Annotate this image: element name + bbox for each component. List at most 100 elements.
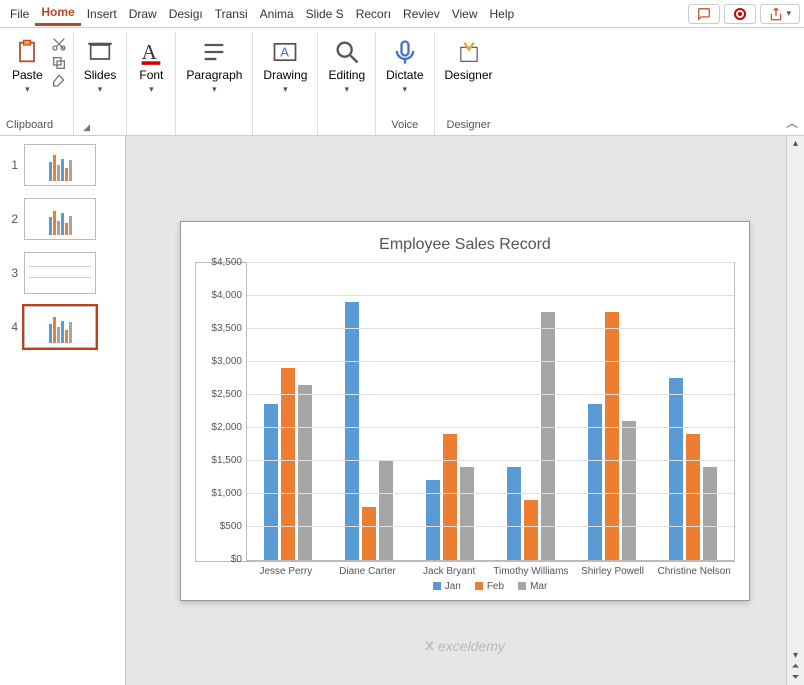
prev-slide-icon[interactable]: ⏶ [792,661,800,672]
x-tick: Diane Carter [327,562,409,577]
slides-button[interactable]: Slides ▾ [80,36,121,97]
dictate-button[interactable]: Dictate ▾ [382,36,427,97]
tab-home[interactable]: Home [35,1,80,26]
bar [686,434,700,559]
paste-label: Paste [12,68,43,82]
chart-plot: $0$500$1,000$1,500$2,000$2,500$3,000$3,5… [195,262,735,562]
tab-record[interactable]: Recorı [350,3,397,25]
slide-canvas[interactable]: Employee Sales Record $0$500$1,000$1,500… [180,221,750,601]
bar [281,368,295,559]
chart-grid [246,263,734,561]
tab-animations[interactable]: Anima [254,3,300,25]
designer-label: Designer [445,68,493,82]
paragraph-button[interactable]: Paragraph ▾ [182,36,246,97]
tab-design[interactable]: Desigı [163,3,209,25]
comments-button[interactable] [688,4,720,24]
cut-icon[interactable] [51,36,67,52]
font-label: Font [139,68,163,82]
chevron-down-icon: ▾ [98,84,103,95]
chevron-down-icon: ▾ [25,84,30,95]
x-tick: Jack Bryant [408,562,490,577]
tab-review[interactable]: Reviev [397,3,446,25]
slides-icon [86,38,114,66]
clipboard-dialog-launcher[interactable]: ◢ [83,122,90,133]
tab-view[interactable]: View [446,3,484,25]
bar [622,421,636,560]
group-clipboard: Paste ▾ Clipboard ◢ [2,32,74,135]
clipboard-icon [13,38,41,66]
group-designer: Designer Designer [435,32,503,135]
slide-thumb-2[interactable]: 2 [4,198,121,240]
workspace: 1 2 3 4 Employee Sales Record $0$500$1,0… [0,136,804,685]
tab-file[interactable]: File [4,3,35,25]
x-tick: Jesse Perry [245,562,327,577]
drawing-button[interactable]: A Drawing ▾ [259,36,311,97]
category-group [409,263,490,560]
tab-slideshow[interactable]: Slide S [300,3,350,25]
category-group [247,263,328,560]
ribbon: Paste ▾ Clipboard ◢ Slides ▾ A Font ▾ [0,28,804,136]
format-painter-icon[interactable] [51,74,67,90]
paragraph-label: Paragraph [186,68,242,82]
vertical-scrollbar[interactable]: ▴ ▾ ⏶ ⏷ [786,136,804,685]
slide-thumb-3[interactable]: 3 [4,252,121,294]
bar [588,404,602,559]
quick-access: ▾ [688,4,800,24]
chevron-down-icon: ▾ [212,84,217,95]
tab-draw[interactable]: Draw [123,3,163,25]
scroll-down-icon[interactable]: ▾ [793,650,798,661]
bar [703,467,717,559]
group-font: A Font ▾ [127,32,176,135]
tab-transitions[interactable]: Transi [209,3,254,25]
bar [298,385,312,560]
x-tick: Timothy Williams [490,562,572,577]
group-label-voice: Voice [391,117,418,133]
thumb-preview [24,144,96,186]
chevron-down-icon: ▾ [403,84,408,95]
slide-thumb-1[interactable]: 1 [4,144,121,186]
next-slide-icon[interactable]: ⏷ [792,672,800,683]
svg-text:A: A [281,45,290,60]
svg-text:A: A [142,40,158,64]
tab-insert[interactable]: Insert [81,3,123,25]
chevron-down-icon: ▾ [283,84,288,95]
category-group [491,263,572,560]
chart-title: Employee Sales Record [195,236,735,254]
slide-thumb-4[interactable]: 4 [4,306,121,348]
bar [460,467,474,559]
bar [541,312,555,560]
chevron-down-icon: ▾ [149,84,154,95]
group-voice: Dictate ▾ Voice [376,32,434,135]
editing-button[interactable]: Editing ▾ [324,36,369,97]
scroll-up-icon[interactable]: ▴ [793,138,798,149]
bar [605,312,619,560]
font-icon: A [137,38,165,66]
bar [345,302,359,559]
category-group [653,263,734,560]
share-button[interactable]: ▾ [760,4,800,24]
slides-label: Slides [84,68,117,82]
paste-button[interactable]: Paste ▾ [8,36,47,97]
watermark: xexceldemy [425,637,505,655]
copy-icon[interactable] [51,55,67,71]
slide-area: Employee Sales Record $0$500$1,000$1,500… [126,136,804,685]
bar [507,467,521,559]
slide-thumbnail-panel: 1 2 3 4 [0,136,126,685]
x-tick: Christine Nelson [653,562,735,577]
record-button[interactable] [724,4,756,24]
x-axis-labels: Jesse PerryDiane CarterJack BryantTimoth… [245,562,735,577]
category-group [572,263,653,560]
chevron-down-icon: ▾ [345,84,350,95]
font-button[interactable]: A Font ▾ [133,36,169,97]
designer-button[interactable]: Designer [441,36,497,84]
thumb-preview [24,198,96,240]
bar [443,434,457,559]
collapse-ribbon-button[interactable]: ︿ [786,114,798,131]
drawing-label: Drawing [263,68,307,82]
dictate-label: Dictate [386,68,423,82]
tab-help[interactable]: Help [484,3,521,25]
group-label-designer: Designer [447,117,491,133]
y-axis: $0$500$1,000$1,500$2,000$2,500$3,000$3,5… [196,263,246,561]
editing-label: Editing [328,68,365,82]
legend-item: Mar [518,581,547,592]
